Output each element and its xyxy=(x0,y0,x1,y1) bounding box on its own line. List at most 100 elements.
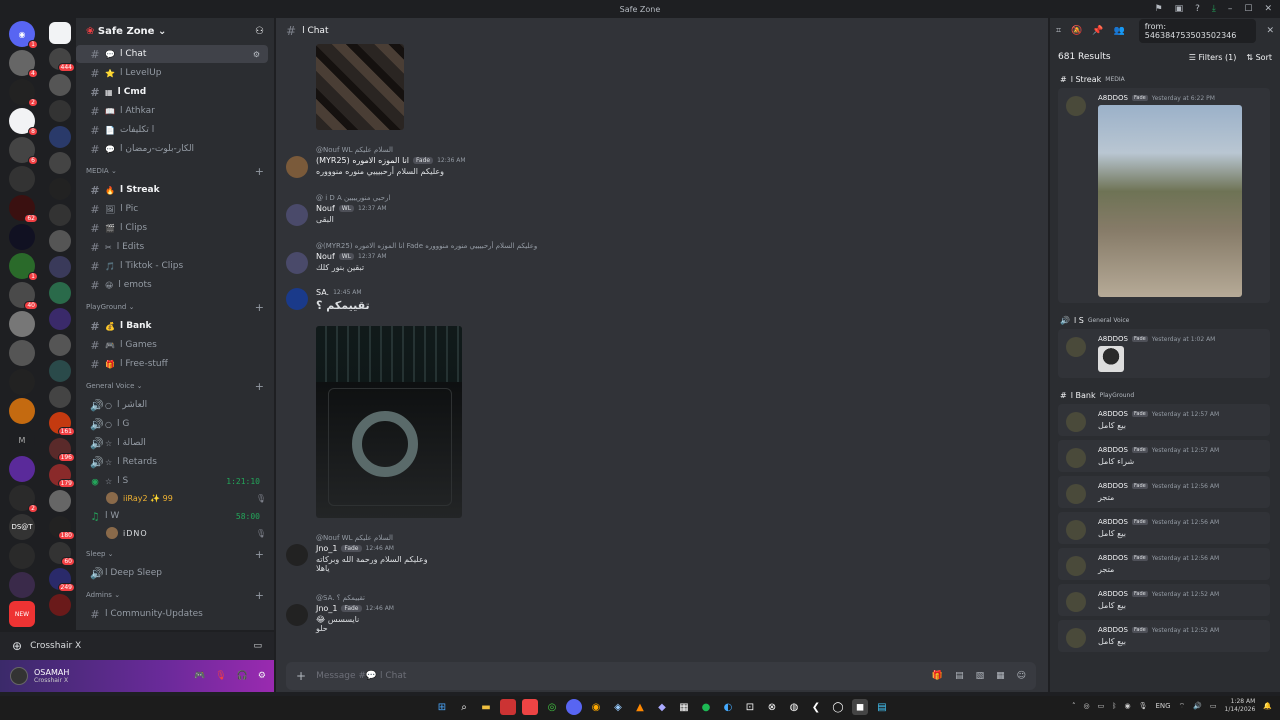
tray-icon[interactable]: ◉ xyxy=(1124,702,1130,710)
server-icon[interactable]: 444 xyxy=(49,48,75,72)
channel-athkar[interactable]: # 📖 ا Athkar xyxy=(76,102,268,120)
image-attachment[interactable] xyxy=(1098,346,1124,372)
server-icon[interactable] xyxy=(9,456,35,482)
mic-muted-icon[interactable]: 🎙 xyxy=(215,671,226,681)
add-member-icon[interactable]: ⚇ xyxy=(255,26,264,37)
server-icon[interactable] xyxy=(9,369,35,395)
server-icon[interactable] xyxy=(49,152,71,174)
spotify-icon[interactable]: ● xyxy=(698,699,714,715)
voice-channel[interactable]: 🔊 ☆ الصالة ا xyxy=(76,434,268,452)
minimize-icon[interactable]: – xyxy=(1228,4,1233,14)
message[interactable]: @Nouf WL السلام عليكم (MYR25) انا الموزه… xyxy=(286,146,1026,178)
add-channel-icon[interactable]: + xyxy=(255,589,264,602)
app-icon[interactable]: ⊡ xyxy=(742,699,758,715)
channel-cmd[interactable]: # ▦ ا Cmd xyxy=(76,83,268,101)
download-update-icon[interactable]: ⤓ xyxy=(1212,4,1216,14)
server-icon[interactable] xyxy=(49,360,71,382)
volume-icon[interactable]: 🔊 xyxy=(1193,702,1202,710)
server-icon[interactable] xyxy=(49,100,71,122)
search-icon[interactable]: ⌕ xyxy=(456,699,472,715)
voice-channel[interactable]: 🔊 ☆ ا Retards xyxy=(76,453,268,471)
server-icon[interactable]: 180 xyxy=(49,516,75,540)
apps-icon[interactable]: ▦ xyxy=(996,671,1005,681)
tray-icon[interactable]: ◎ xyxy=(1084,702,1090,710)
channel-streak[interactable]: # 🔥 ا Streak xyxy=(76,181,268,199)
voice-channel-s[interactable]: ◉ ☆ ا S 1:21:10 xyxy=(76,472,268,490)
server-icon[interactable]: 8 xyxy=(9,108,38,136)
server-icon[interactable]: 6 xyxy=(9,137,38,165)
message-input[interactable]: Message #💬 ا Chat xyxy=(316,671,406,681)
discord-icon[interactable] xyxy=(566,699,582,715)
tray-icon[interactable]: ▭ xyxy=(1098,702,1105,710)
server-icon[interactable] xyxy=(9,572,35,598)
close-window-icon[interactable]: ✕ xyxy=(1264,4,1272,14)
channel-chat[interactable]: # 💬 ا Chat ⚙ xyxy=(76,45,268,63)
search-result[interactable]: A8DDOS Fade Yesterday at 12:57 AM بيع كامل xyxy=(1058,404,1270,436)
server-icon[interactable]: 2 xyxy=(9,485,38,513)
gif-icon[interactable]: ▤ xyxy=(955,671,964,681)
result-group-header[interactable]: 🔊 ا S General Voice xyxy=(1050,311,1280,329)
voice-user[interactable]: iiRay2 ✨ 99 🎙 xyxy=(76,490,274,506)
voice-channel[interactable]: 🔊 ○ العاشر ا xyxy=(76,396,268,414)
server-icon[interactable] xyxy=(49,178,71,200)
wifi-icon[interactable]: ⌔ xyxy=(1179,702,1186,711)
add-channel-icon[interactable]: + xyxy=(255,165,264,178)
message[interactable]: @ i D A ارحبي منوريييين Nouf WL 12:37 AM ا… xyxy=(286,194,1026,226)
threads-icon[interactable]: ⌗ xyxy=(1056,26,1061,36)
maximize-icon[interactable]: ☐ xyxy=(1244,4,1252,14)
server-icon[interactable] xyxy=(9,340,35,366)
screen-share-icon[interactable]: ▭ xyxy=(253,641,262,651)
channel-games-ramadan[interactable]: # 💬 الكار-بلوت-رمضان ا xyxy=(76,140,268,158)
message[interactable]: SA. 12:45 AM تقييمكم ؟ xyxy=(286,288,1026,312)
file-explorer-icon[interactable]: ▬ xyxy=(478,699,494,715)
mute-icon[interactable]: 🔕 xyxy=(1071,26,1082,36)
server-icon[interactable] xyxy=(49,334,71,356)
channel-bank[interactable]: # 💰 ا Bank xyxy=(76,317,268,335)
settings-icon[interactable]: ⚙ xyxy=(258,671,266,681)
search-result[interactable]: A8DDOS Fade Yesterday at 12:52 AM بيع كامل xyxy=(1058,584,1270,616)
image-attachment[interactable] xyxy=(316,44,404,130)
server-icon[interactable] xyxy=(9,224,35,250)
app-icon[interactable]: ◼ xyxy=(852,699,868,715)
server-icon[interactable]: 62 xyxy=(9,195,38,223)
category-playground[interactable]: PlayGround ⌄ + xyxy=(76,298,274,316)
server-icon[interactable] xyxy=(49,490,71,512)
channel-clips[interactable]: # 🎬 ا Clips xyxy=(76,219,268,237)
app-icon[interactable]: ⊗ xyxy=(764,699,780,715)
new-server-icon[interactable]: NEW xyxy=(9,601,35,627)
search-result[interactable]: A8DDOS Fade Yesterday at 6:22 PM xyxy=(1058,88,1270,303)
search-result[interactable]: A8DDOS Fade Yesterday at 12:56 AM بيع كامل xyxy=(1058,512,1270,544)
steam-icon[interactable]: ◈ xyxy=(610,699,626,715)
category-admins[interactable]: Admins ⌄ + xyxy=(76,586,274,604)
channel-pic[interactable]: # 🖼 ا Pic xyxy=(76,200,268,218)
server-icon[interactable]: M xyxy=(9,427,35,453)
app-icon[interactable]: ◐ xyxy=(720,699,736,715)
sort-button[interactable]: ⇅ Sort xyxy=(1246,53,1272,62)
voice-channel[interactable]: 🔊 ○ ا G xyxy=(76,415,268,433)
server-icon[interactable]: 1 xyxy=(9,253,38,281)
app-icon[interactable] xyxy=(522,699,538,715)
search-result[interactable]: A8DDOS Fade Yesterday at 12:56 AM متجر xyxy=(1058,476,1270,508)
server-icon[interactable]: 40 xyxy=(9,282,38,310)
sticker-icon[interactable]: ▧ xyxy=(976,671,985,681)
server-icon[interactable] xyxy=(9,166,35,192)
direct-messages-icon[interactable]: ◉ 1 xyxy=(9,21,38,49)
pin-icon[interactable]: 📌 xyxy=(1092,26,1103,36)
server-icon[interactable] xyxy=(49,308,71,330)
app-icon[interactable]: ◆ xyxy=(654,699,670,715)
server-icon[interactable]: DS@T xyxy=(9,514,35,540)
app-icon[interactable] xyxy=(500,699,516,715)
server-icon[interactable] xyxy=(49,594,71,616)
channel-levelup[interactable]: # ⭐ ا LevelUp xyxy=(76,64,268,82)
channel-community-updates[interactable]: # ا Community-Updates xyxy=(76,605,268,623)
category-media[interactable]: MEDIA ⌄ + xyxy=(76,162,274,180)
server-icon[interactable] xyxy=(49,230,71,252)
server-icon[interactable]: 249 xyxy=(49,568,75,592)
server-icon[interactable]: 179 xyxy=(49,464,75,488)
result-group-header[interactable]: # ا Bank PlayGround xyxy=(1050,386,1280,404)
server-icon[interactable] xyxy=(49,386,71,408)
gift-icon[interactable]: 🎁 xyxy=(932,671,943,681)
app-icon[interactable]: ◍ xyxy=(786,699,802,715)
chrome-icon[interactable]: ◎ xyxy=(544,699,560,715)
result-group-header[interactable]: # ا Streak MEDIA xyxy=(1050,70,1280,88)
